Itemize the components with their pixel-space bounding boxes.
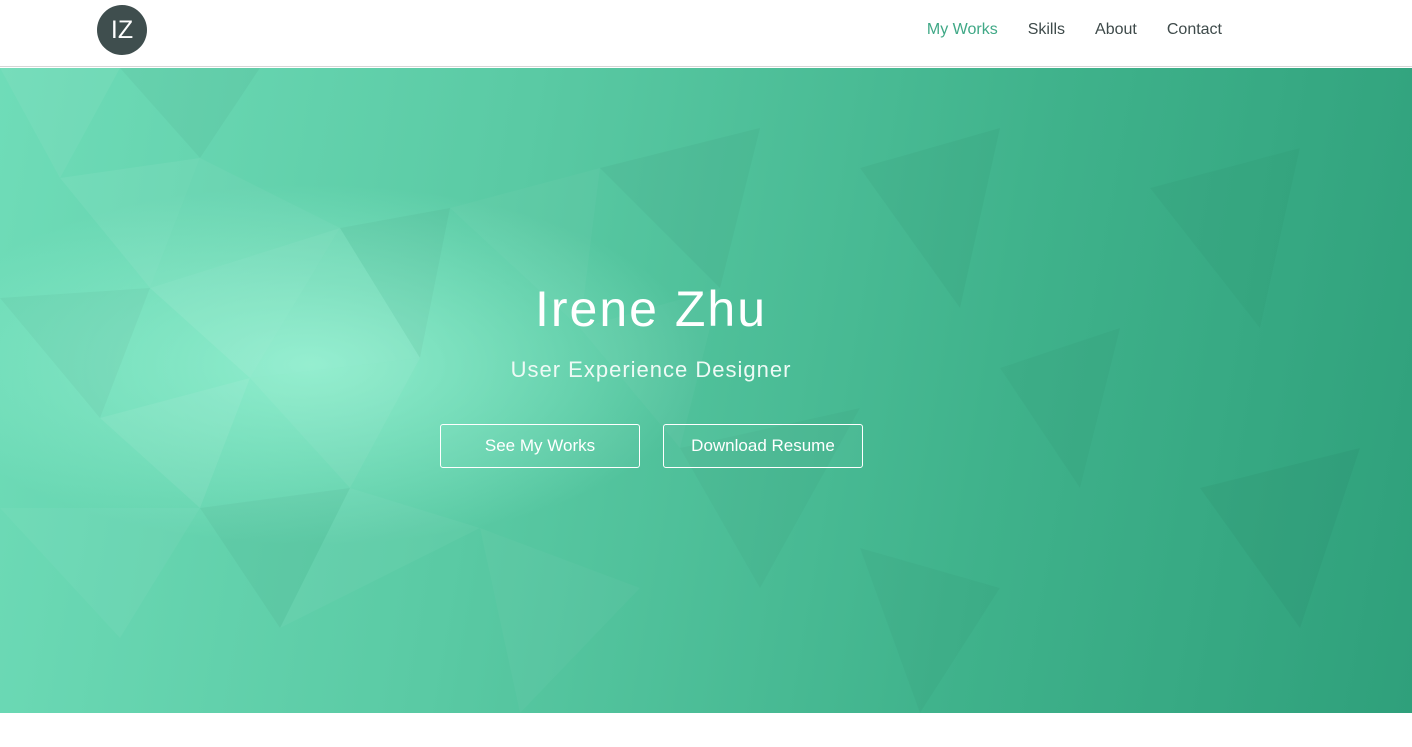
main-nav: My Works Skills About Contact: [897, 0, 1222, 60]
logo[interactable]: IZ: [97, 5, 147, 55]
hero-content: Irene Zhu User Experience Designer: [0, 68, 1302, 713]
nav-item-contact[interactable]: Contact: [1167, 21, 1222, 39]
hero-title: Irene Zhu: [534, 281, 767, 337]
logo-text: IZ: [110, 16, 134, 44]
nav-item-about[interactable]: About: [1095, 21, 1137, 39]
nav-item-skills[interactable]: Skills: [1028, 21, 1065, 39]
site-header: IZ My Works Skills About Contact: [0, 0, 1412, 67]
see-my-works-button[interactable]: See My Works: [440, 424, 640, 468]
hero-subtitle: User Experience Designer: [510, 357, 792, 382]
nav-item-my-works[interactable]: My Works: [927, 21, 998, 39]
hero-section: Irene Zhu User Experience Designer See M…: [0, 68, 1412, 713]
download-resume-button[interactable]: Download Resume: [663, 424, 863, 468]
